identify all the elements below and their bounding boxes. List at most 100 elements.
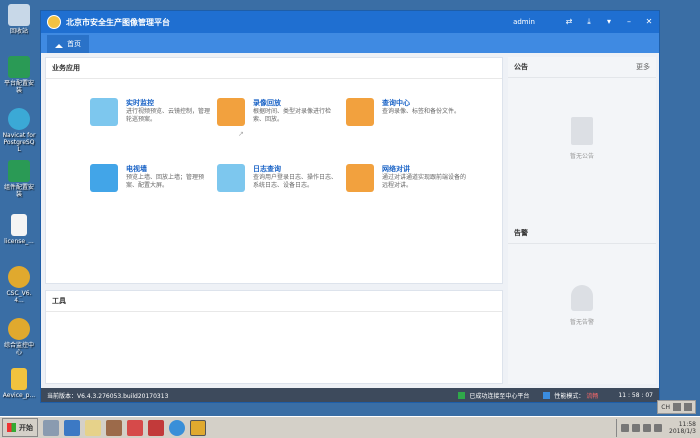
side-panel: 公告 更多 暂无公告 告警 暂无告警 <box>508 57 656 384</box>
app-live-monitor[interactable]: 实时监控 进行视频预览、云镜控制，管理轮巡预案。 ↗ <box>90 98 244 148</box>
status-clock: 11 : 58 : 07 <box>618 391 653 399</box>
alarm-empty-text: 暂无告警 <box>569 319 594 326</box>
tray-icon-network[interactable] <box>632 423 641 432</box>
tools-panel: 工具 <box>45 290 503 384</box>
search-icon <box>346 98 374 126</box>
app-intercom[interactable]: 网络对讲 通过对讲通道实现跟前端设备的远程对讲。 <box>346 164 467 214</box>
window-title: 北京市安全生产图像管理平台 <box>66 17 170 27</box>
app-tv-wall[interactable]: 电视墙 预览上墙、回放上墙；管理预案、配置大屏。 <box>90 164 208 214</box>
desktop-icon-component-setup[interactable]: 组件配置安装 <box>2 160 36 198</box>
language-bar[interactable]: CH <box>657 400 696 414</box>
app-playback[interactable]: 录像回放 根据时间、类型对录像进行检索、回放。 <box>217 98 335 148</box>
app-name: 录像回放 <box>253 99 281 107</box>
app-desc: 查询用户登录日志、操作日志、系统日志、设备日志。 <box>253 174 338 189</box>
options-icon <box>684 403 692 411</box>
help-icon <box>673 403 681 411</box>
app-desc: 进行视频预览、云镜控制，管理轮巡预案。 <box>126 108 211 123</box>
notice-more-link[interactable]: 更多 <box>636 62 650 72</box>
app-logo-icon <box>8 266 30 288</box>
tab-bar: 首页 <box>41 33 659 53</box>
tray-icon-app[interactable] <box>621 423 630 432</box>
tray-icon-volume[interactable] <box>643 423 652 432</box>
quicklaunch-tool-icon[interactable] <box>127 419 143 436</box>
desktop-icon-platform-setup[interactable]: 平台配置安装 <box>2 56 36 94</box>
file-icon <box>11 214 27 236</box>
home-icon <box>55 41 63 48</box>
version-text: 当前版本：V6.4.3.276053.build20170313 <box>47 392 169 400</box>
desktop-icon-csc[interactable]: CSC_V6.4... <box>2 266 36 304</box>
app-desc: 预览上墙、回放上墙；管理预案、配置大屏。 <box>126 174 205 189</box>
tools-panel-title: 工具 <box>46 291 502 312</box>
app-logo-icon <box>8 318 30 340</box>
tab-home[interactable]: 首页 <box>47 35 89 53</box>
app-desc: 查询录像、标签和备份文件。 <box>382 108 461 115</box>
keyboard-icon <box>90 164 118 192</box>
check-icon <box>458 391 466 399</box>
alarm-empty: 暂无告警 <box>508 285 656 326</box>
notice-empty: 暂无公告 <box>508 117 656 160</box>
app-query-center[interactable]: 查询中心 查询录像、标签和备份文件。 <box>346 98 464 148</box>
lang-label: CH <box>661 403 670 411</box>
notice-header: 公告 更多 <box>508 57 656 78</box>
quicklaunch-archive-icon[interactable] <box>148 419 164 436</box>
swap-icon[interactable]: ⇄ <box>565 18 573 26</box>
taskbar-app-client-icon[interactable] <box>190 419 206 436</box>
dropdown-icon[interactable]: ▾ <box>605 18 613 26</box>
app-desc: 通过对讲通道实现跟前端设备的远程对讲。 <box>382 174 467 189</box>
desktop-icon-monitor-center[interactable]: 综合监控中心 <box>2 318 36 356</box>
clock-date: 2018/1/3 <box>669 427 696 435</box>
bell-icon <box>571 285 593 311</box>
alarm-title: 告警 <box>514 229 528 237</box>
quicklaunch-media-icon[interactable] <box>106 419 122 436</box>
platform-logo-icon <box>47 15 61 29</box>
desktop-icon-folder[interactable]: Aevice_p... <box>2 368 36 399</box>
navicat-icon <box>8 108 30 130</box>
connection-status: 已成功连接至中心平台 <box>469 392 530 400</box>
notice-title: 公告 <box>514 63 528 71</box>
taskbar: 开始 11:58 2018/1/3 <box>0 416 700 438</box>
perf-mode-value[interactable]: 流畅 <box>586 391 598 400</box>
app-name: 实时监控 <box>126 99 154 107</box>
app-name: 网络对讲 <box>382 165 410 173</box>
clock-time: 11:58 <box>678 420 696 428</box>
document-icon <box>571 117 593 145</box>
recycle-bin-icon <box>8 4 30 26</box>
notice-empty-text: 暂无公告 <box>569 153 594 160</box>
title-bar: 北京市安全生产图像管理平台 admin ⇄ ⤓ ▾ – ✕ <box>41 11 659 33</box>
performance-icon <box>543 391 551 399</box>
quicklaunch-computer-icon[interactable] <box>43 419 59 436</box>
start-label: 开始 <box>19 423 33 432</box>
app-name: 日志查询 <box>253 165 281 173</box>
minimize-icon[interactable]: – <box>625 18 633 26</box>
desktop-icon-recycle-bin[interactable]: 回收站 <box>2 4 36 35</box>
app-log-query[interactable]: 日志查询 查询用户登录日志、操作日志、系统日志、设备日志。 <box>217 164 338 214</box>
play-icon <box>217 98 245 126</box>
perf-label: 性能模式： <box>554 392 585 400</box>
alarm-header: 告警 <box>508 223 656 244</box>
start-button[interactable]: 开始 <box>2 418 38 437</box>
desktop-icon-license[interactable]: license_... <box>2 214 36 245</box>
app-name: 电视墙 <box>126 165 147 173</box>
quicklaunch-powershell-icon[interactable] <box>64 419 80 436</box>
download-icon[interactable]: ⤓ <box>585 18 593 26</box>
tray-clock[interactable]: 11:58 2018/1/3 <box>669 421 696 435</box>
close-icon[interactable]: ✕ <box>645 18 653 26</box>
installer-icon <box>8 160 30 182</box>
folder-icon <box>11 368 27 390</box>
tray-icon-flag[interactable] <box>654 423 663 432</box>
app-window: 北京市安全生产图像管理平台 admin ⇄ ⤓ ▾ – ✕ 首页 业务应用 实时… <box>40 10 660 403</box>
tab-home-label: 首页 <box>67 40 81 48</box>
app-name: 查询中心 <box>382 99 410 107</box>
app-desc: 根据时间、类型对录像进行检索、回放。 <box>253 108 332 123</box>
camera-icon <box>90 98 118 126</box>
desktop-icon-navicat[interactable]: Navicat for PostgreSQL <box>2 108 36 153</box>
quicklaunch-explorer-icon[interactable] <box>85 419 101 436</box>
business-panel-title: 业务应用 <box>46 58 502 79</box>
quicklaunch-ie-icon[interactable] <box>169 419 185 436</box>
log-search-icon <box>217 164 245 192</box>
system-tray: 11:58 2018/1/3 <box>616 418 700 437</box>
user-name[interactable]: admin <box>513 18 535 26</box>
business-panel: 业务应用 实时监控 进行视频预览、云镜控制，管理轮巡预案。 ↗ 录像回放 根据时… <box>45 57 503 284</box>
windows-logo-icon <box>7 423 16 432</box>
installer-icon <box>8 56 30 78</box>
